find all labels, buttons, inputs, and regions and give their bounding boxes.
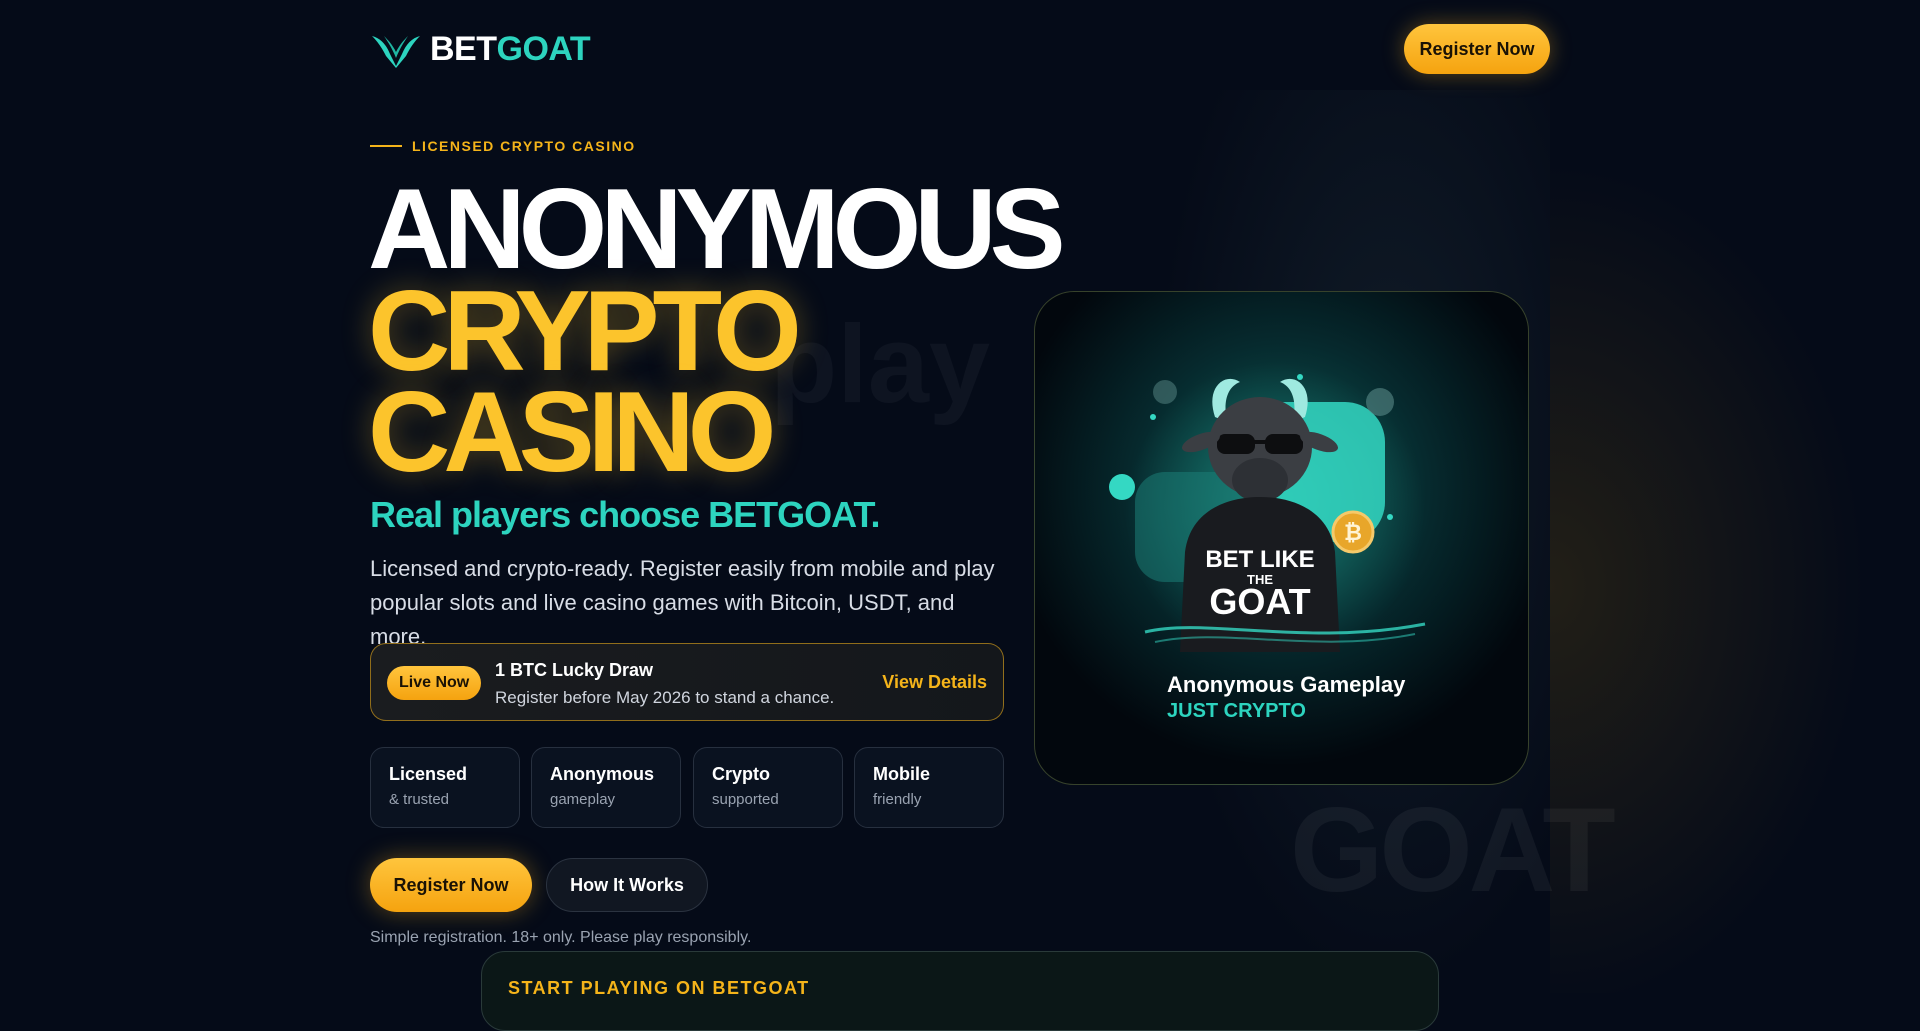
feature-card-licensed: Licensed & trusted xyxy=(370,747,520,828)
eyebrow-line xyxy=(370,145,402,147)
how-it-works-button[interactable]: How It Works xyxy=(546,858,708,912)
live-now-badge: Live Now xyxy=(387,666,482,700)
tagline: Real players choose BETGOAT. xyxy=(370,494,881,535)
logo[interactable]: BETGOAT xyxy=(370,30,591,69)
card-subtitle: JUST CRYPTO xyxy=(1167,700,1306,722)
hero-card: BET LIKE THE GOAT ₿ Anonymous Gameplay J… xyxy=(1034,291,1529,785)
goat-mascot-icon: BET LIKE THE GOAT ₿ xyxy=(1109,362,1426,652)
logo-text-goat: GOAT xyxy=(496,30,591,68)
start-playing-title: START PLAYING ON BETGOAT xyxy=(508,978,810,998)
svg-text:₿: ₿ xyxy=(1344,521,1362,546)
goat-logo-icon xyxy=(372,35,420,68)
register-now-button[interactable]: Register Now xyxy=(370,858,532,912)
headline-casino: CASINO xyxy=(368,369,776,496)
header-register-button[interactable]: Register Now xyxy=(1404,24,1550,74)
card-title: Anonymous Gameplay xyxy=(1167,672,1406,697)
promo-banner: Live Now 1 BTC Lucky Draw Register befor… xyxy=(370,643,1004,721)
feature-card-crypto: Crypto supported xyxy=(693,747,843,828)
promo-title: 1 BTC Lucky Draw xyxy=(495,660,654,680)
start-playing-panel: START PLAYING ON BETGOAT xyxy=(481,951,1439,1031)
feature-subtitle: supported xyxy=(712,791,779,808)
logo-text-bet: BET xyxy=(430,30,497,68)
feature-card-mobile: Mobile friendly xyxy=(854,747,1004,828)
eyebrow: LICENSED CRYPTO CASINO xyxy=(370,138,636,154)
eyebrow-text: LICENSED CRYPTO CASINO xyxy=(412,138,636,154)
feature-card-anonymous: Anonymous gameplay xyxy=(531,747,681,828)
view-details-link[interactable]: View Details xyxy=(882,672,987,693)
shirt-text-line-3: GOAT xyxy=(1209,581,1310,622)
shirt-text-line-1: BET LIKE xyxy=(1205,546,1314,573)
ghost-play-decoration: play xyxy=(770,310,990,420)
feature-title: Crypto xyxy=(712,764,770,784)
feature-subtitle: & trusted xyxy=(389,791,450,808)
promo-subtitle: Register before May 2026 to stand a chan… xyxy=(495,688,835,707)
feature-title: Mobile xyxy=(873,764,930,784)
hero-description: Licensed and crypto-ready. Register easi… xyxy=(370,556,995,649)
feature-subtitle: friendly xyxy=(873,791,922,808)
feature-subtitle: gameplay xyxy=(550,791,616,808)
registration-note: Simple registration. 18+ only. Please pl… xyxy=(370,929,752,946)
ghost-goat-decoration: GOAT xyxy=(1290,783,1616,917)
feature-title: Anonymous xyxy=(550,764,655,784)
feature-title: Licensed xyxy=(389,764,468,784)
